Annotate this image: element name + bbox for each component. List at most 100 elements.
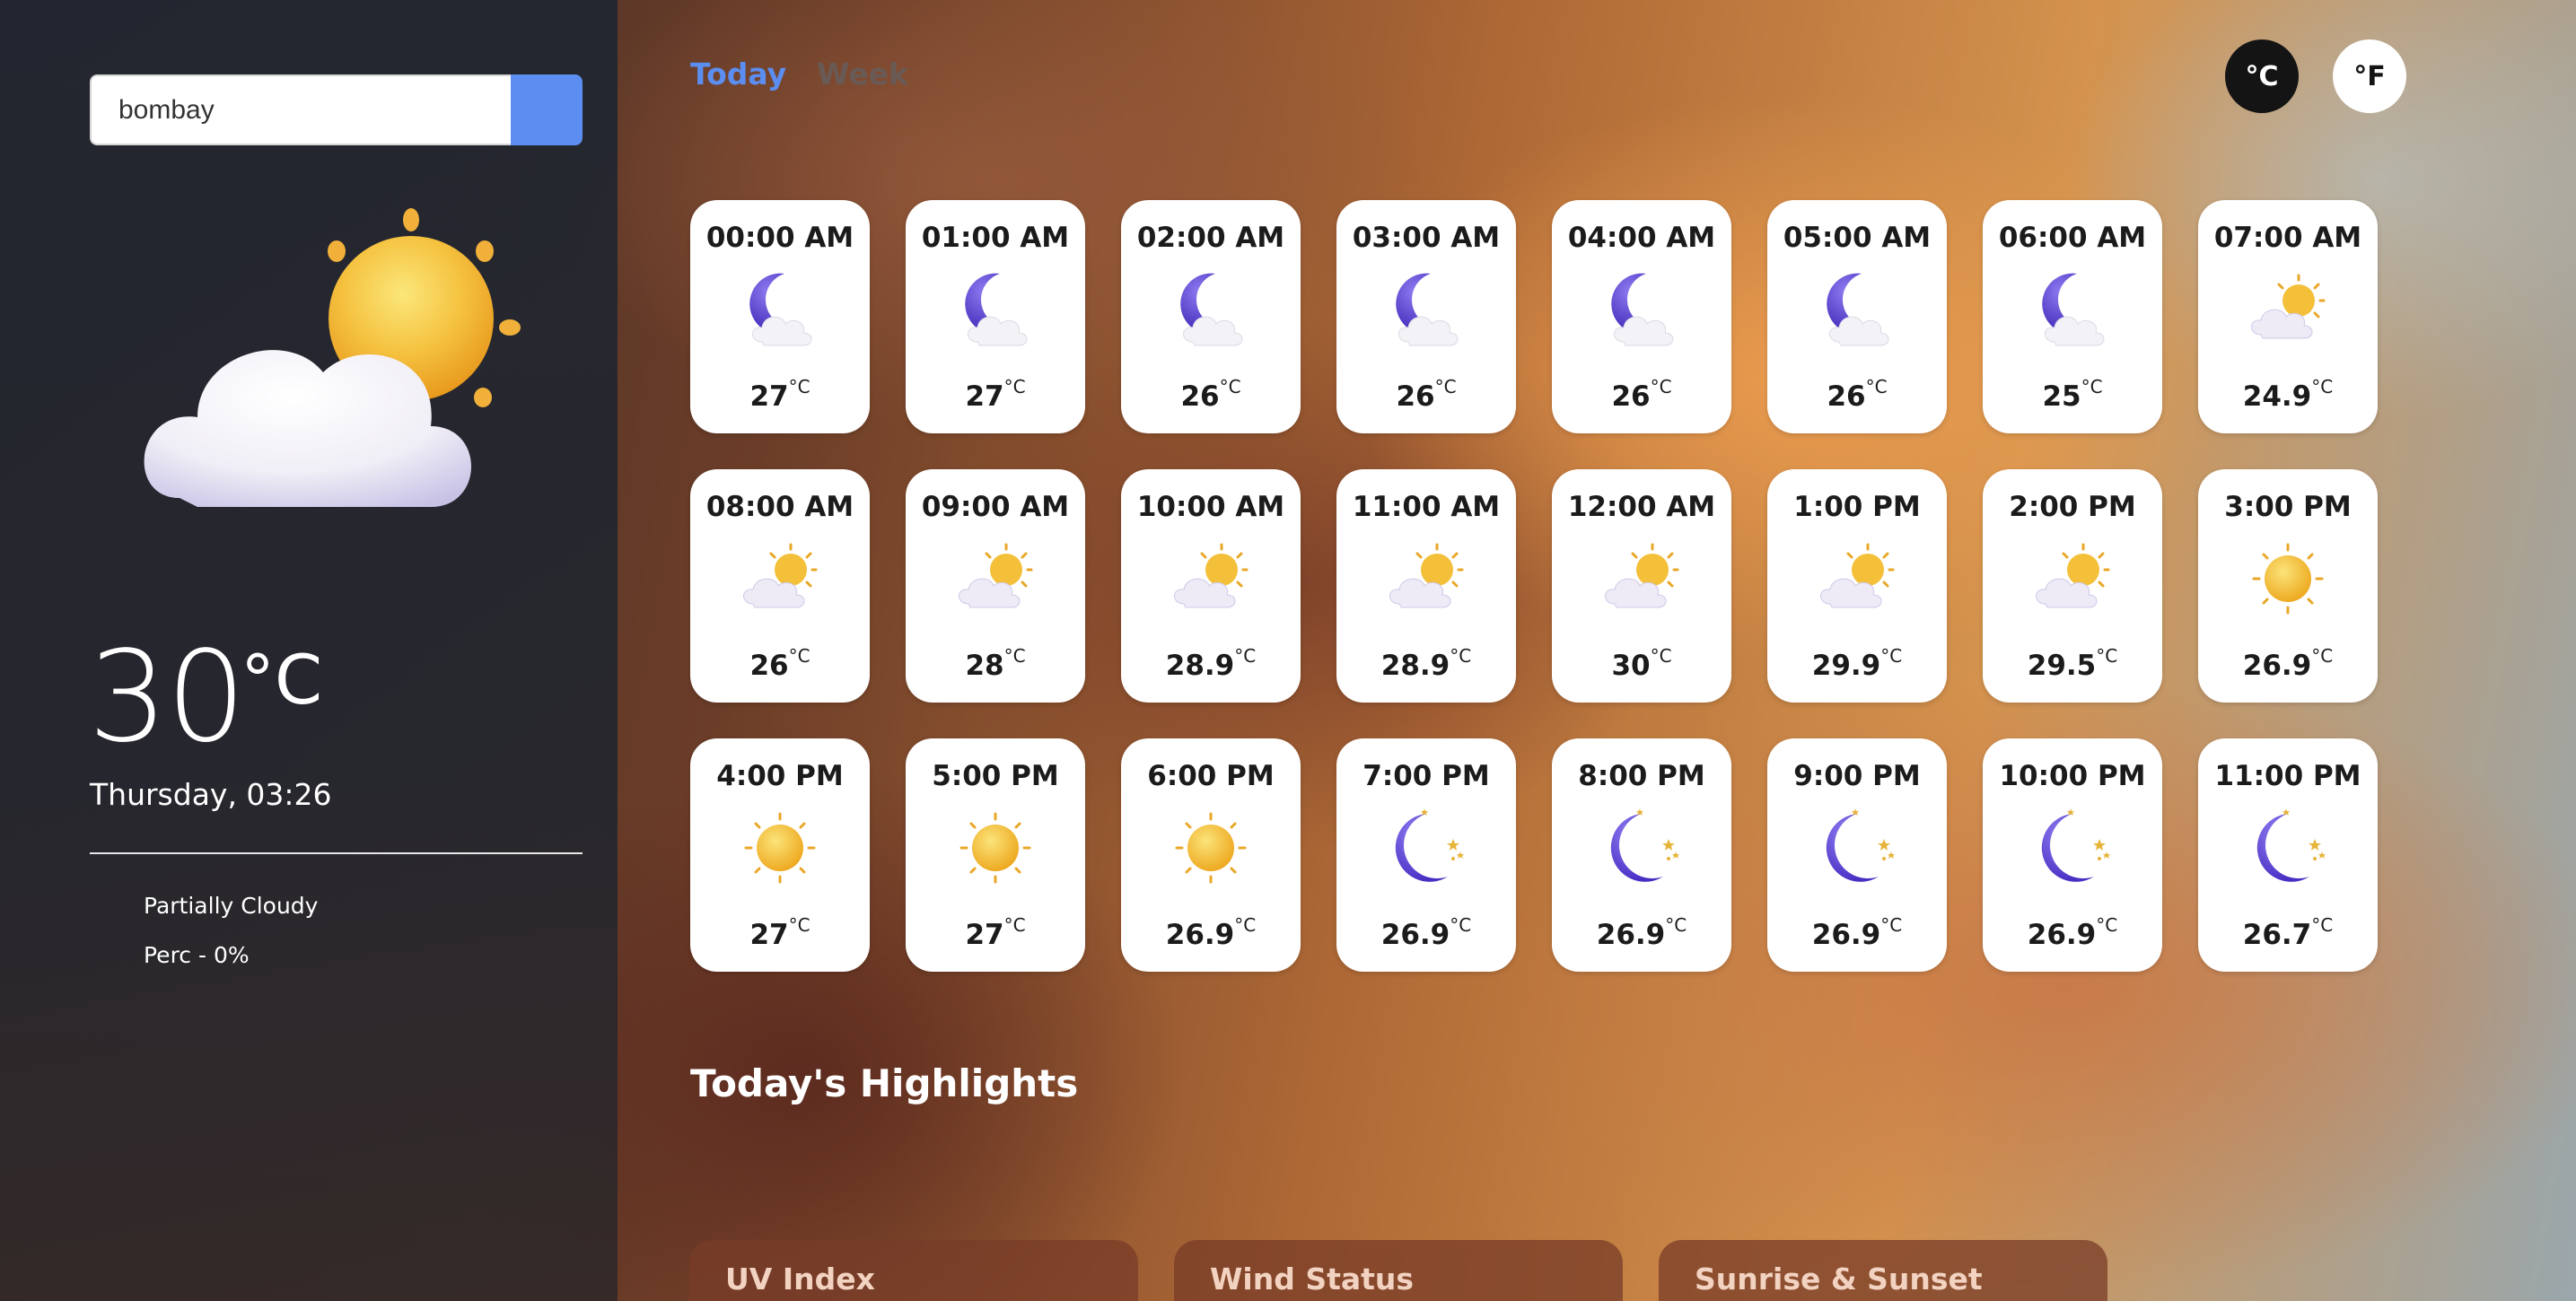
hourly-temp-value: 27 (749, 380, 789, 413)
hourly-temp: 25°C (1983, 376, 2162, 413)
hourly-temp-value: 26.9 (2027, 919, 2097, 951)
hourly-temp-unit: °C (2096, 914, 2118, 936)
hourly-time: 7:00 PM (1362, 760, 1490, 792)
hourly-time: 05:00 AM (1783, 222, 1932, 254)
hourly-card[interactable]: 9:00 PM 26.9°C (1767, 738, 1947, 972)
hourly-temp-unit: °C (2311, 645, 2334, 667)
hourly-temp-value: 26 (1611, 380, 1651, 413)
hourly-temp-value: 29.9 (1811, 650, 1881, 682)
search-bar (90, 74, 583, 145)
sun-cloud-icon (1812, 532, 1902, 622)
hourly-time: 8:00 PM (1578, 760, 1705, 792)
hourly-temp-value: 26.9 (1165, 919, 1235, 951)
wind-status-card: Wind Status (1174, 1240, 1623, 1301)
hourly-card[interactable]: 07:00 AM 24.9°C (2198, 200, 2378, 433)
hourly-temp-value: 24.9 (2242, 380, 2312, 413)
moon-cloud-icon (1381, 263, 1471, 353)
hourly-card[interactable]: 04:00 AM 26°C (1552, 200, 1731, 433)
hourly-temp-unit: °C (1434, 376, 1457, 397)
hourly-card[interactable]: 4:00 PM 27°C (690, 738, 870, 972)
hourly-card[interactable]: 3:00 PM 26.9°C (2198, 469, 2378, 703)
hourly-time: 2:00 PM (2009, 491, 2136, 523)
hourly-card[interactable]: 11:00 PM 26.7°C (2198, 738, 2378, 972)
hourly-temp: 28.9°C (1336, 645, 1516, 682)
moon-cloud-icon (1597, 263, 1687, 353)
hourly-temp-value: 28.9 (1165, 650, 1235, 682)
hourly-time: 12:00 AM (1567, 491, 1716, 523)
hourly-card[interactable]: 12:00 AM 30°C (1552, 469, 1731, 703)
celsius-button[interactable]: °C (2225, 39, 2299, 113)
hourly-card[interactable]: 5:00 PM 27°C (906, 738, 1085, 972)
hourly-temp-value: 29.5 (2027, 650, 2097, 682)
search-button[interactable] (511, 74, 583, 145)
hourly-card[interactable]: 02:00 AM 26°C (1121, 200, 1301, 433)
hourly-card[interactable]: 06:00 AM 25°C (1983, 200, 2162, 433)
hourly-card[interactable]: 08:00 AM 26°C (690, 469, 870, 703)
tab-today[interactable]: Today (690, 57, 786, 92)
hourly-card[interactable]: 10:00 AM 28.9°C (1121, 469, 1301, 703)
hourly-card[interactable]: 10:00 PM 26.9°C (1983, 738, 2162, 972)
hourly-temp-unit: °C (1003, 376, 1026, 397)
hourly-temp-value: 27 (965, 380, 1004, 413)
hourly-time: 11:00 PM (2214, 760, 2361, 792)
search-input[interactable] (90, 74, 511, 145)
hourly-time: 11:00 AM (1352, 491, 1501, 523)
sun-icon (735, 801, 825, 891)
moon-cloud-icon (951, 263, 1040, 353)
hourly-card[interactable]: 2:00 PM 29.5°C (1983, 469, 2162, 703)
sun-cloud-icon (1166, 532, 1256, 622)
fahrenheit-button[interactable]: °F (2333, 39, 2406, 113)
hourly-temp: 28.9°C (1121, 645, 1301, 682)
hourly-temp-value: 26 (1396, 380, 1435, 413)
tab-week[interactable]: Week (817, 57, 908, 92)
hourly-temp-value: 28.9 (1380, 650, 1450, 682)
hourly-time: 1:00 PM (1793, 491, 1921, 523)
uv-index-label: UV Index (725, 1262, 875, 1297)
hourly-card[interactable]: 05:00 AM 26°C (1767, 200, 1947, 433)
hourly-temp-value: 26 (1827, 380, 1866, 413)
hourly-temp: 26°C (1336, 376, 1516, 413)
moon-cloud-icon (1166, 263, 1256, 353)
sun-cloud-icon (951, 532, 1040, 622)
sunrise-sunset-label: Sunrise & Sunset (1695, 1262, 1983, 1297)
hourly-card[interactable]: 7:00 PM 26.9°C (1336, 738, 1516, 972)
hourly-temp: 24.9°C (2198, 376, 2378, 413)
hourly-temp: 29.5°C (1983, 645, 2162, 682)
hourly-temp-unit: °C (788, 914, 810, 936)
hourly-card[interactable]: 03:00 AM 26°C (1336, 200, 1516, 433)
hourly-temp-unit: °C (2081, 376, 2103, 397)
hourly-temp-unit: °C (1234, 645, 1257, 667)
hourly-temp-unit: °C (1665, 914, 1687, 936)
hourly-temp-value: 26.9 (1811, 919, 1881, 951)
hourly-card[interactable]: 11:00 AM 28.9°C (1336, 469, 1516, 703)
hourly-card[interactable]: 1:00 PM 29.9°C (1767, 469, 1947, 703)
hourly-time: 08:00 AM (705, 491, 854, 523)
moon-stars-icon (1381, 801, 1471, 891)
highlights-title: Today's Highlights (690, 1061, 1079, 1105)
moon-cloud-icon (1812, 263, 1902, 353)
hourly-time: 10:00 PM (1999, 760, 2146, 792)
hourly-temp: 26.9°C (2198, 645, 2378, 682)
moon-stars-icon (2028, 801, 2117, 891)
sun-cloud-icon (1381, 532, 1471, 622)
current-temperature-unit: °C (241, 640, 323, 720)
hourly-temp-value: 26 (749, 650, 789, 682)
hourly-card[interactable]: 8:00 PM 26.9°C (1552, 738, 1731, 972)
sun-icon (951, 801, 1040, 891)
hourly-temp-unit: °C (1003, 645, 1026, 667)
hourly-temp-value: 26.9 (1380, 919, 1450, 951)
hourly-time: 6:00 PM (1147, 760, 1275, 792)
hourly-card[interactable]: 09:00 AM 28°C (906, 469, 1085, 703)
hourly-time: 3:00 PM (2224, 491, 2352, 523)
hourly-card[interactable]: 00:00 AM 27°C (690, 200, 870, 433)
hourly-temp-unit: °C (2311, 376, 2334, 397)
hourly-temp-unit: °C (1880, 645, 1903, 667)
hourly-temp: 26.9°C (1121, 914, 1301, 951)
moon-cloud-icon (735, 263, 825, 353)
hourly-temp-value: 27 (965, 919, 1004, 951)
hourly-card[interactable]: 01:00 AM 27°C (906, 200, 1085, 433)
hourly-card[interactable]: 6:00 PM 26.9°C (1121, 738, 1301, 972)
current-datetime: Thursday, 03:26 (90, 777, 332, 812)
hourly-temp-value: 26.9 (1596, 919, 1666, 951)
hourly-temp-value: 26 (1180, 380, 1220, 413)
